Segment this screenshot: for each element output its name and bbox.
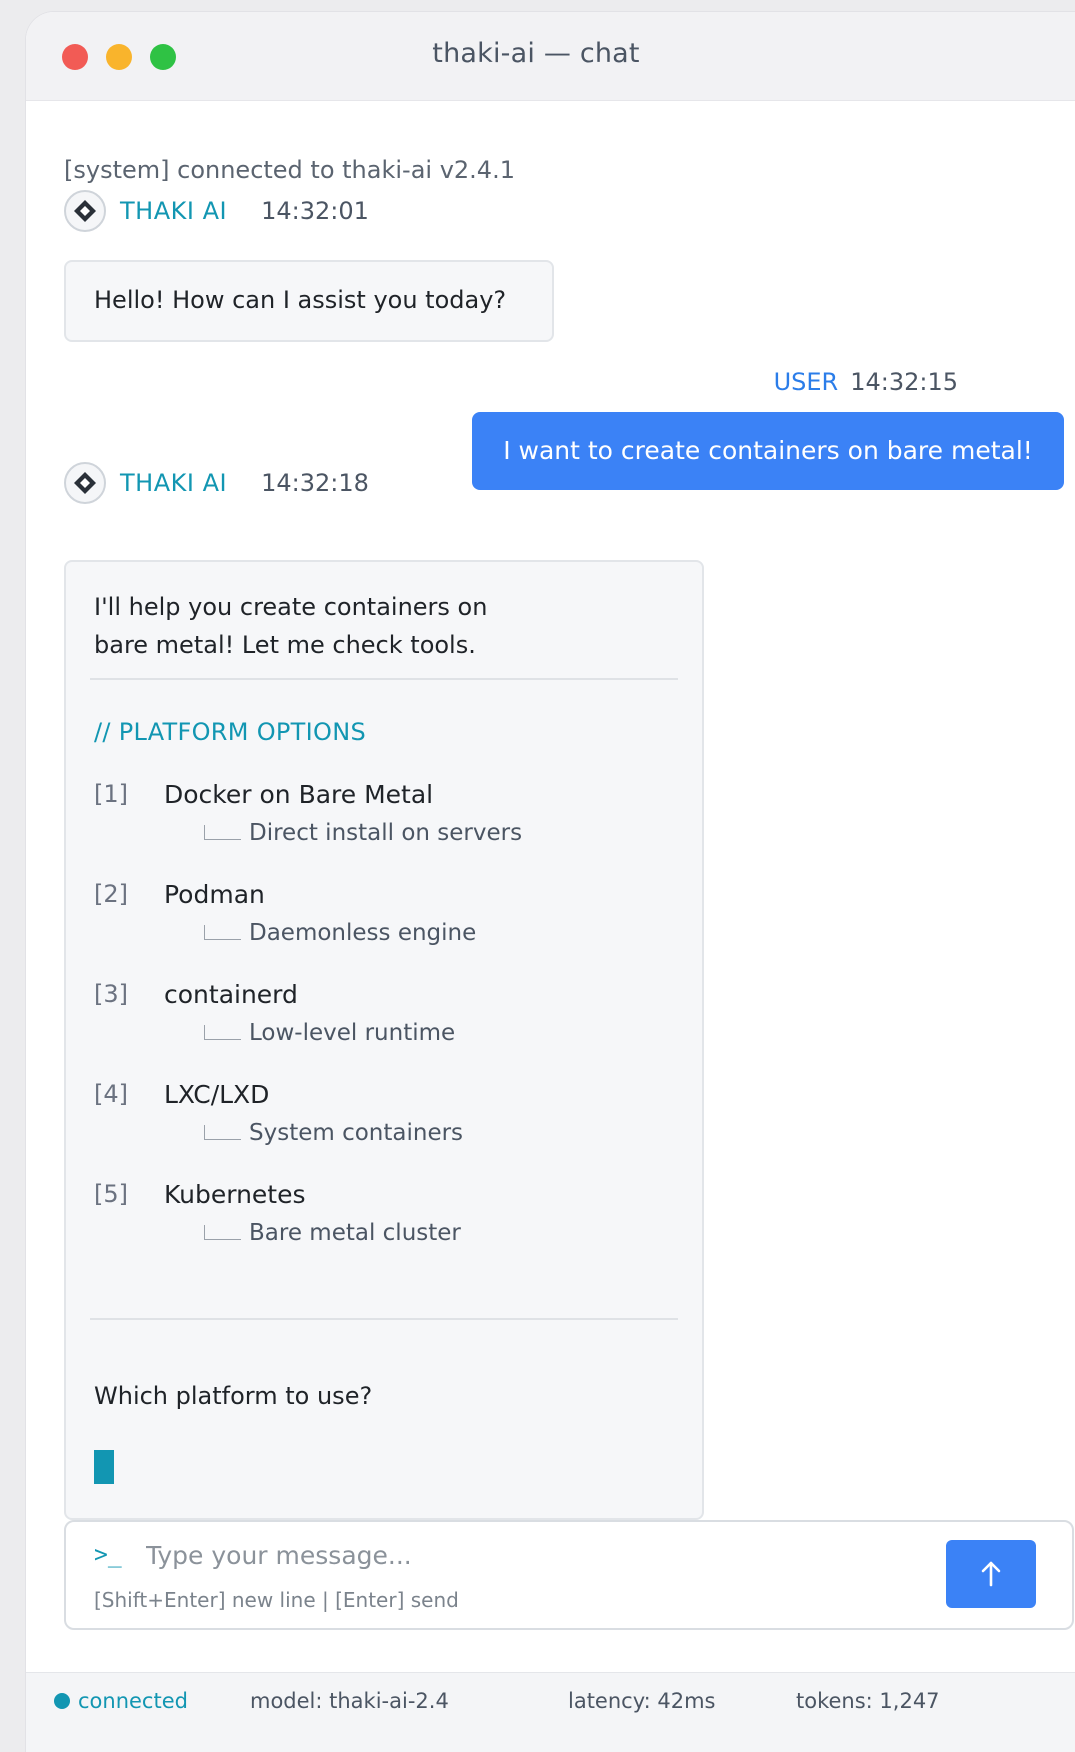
window-title: thaki-ai — chat — [432, 38, 640, 69]
message-timestamp: 14:32:18 — [261, 469, 369, 497]
user-message-header: USER 14:32:15 — [774, 368, 958, 396]
option-name: Docker on Bare Metal — [164, 780, 434, 809]
ai-message-bubble: Hello! How can I assist you today? — [64, 260, 554, 342]
intro-line: I'll help you create containers on — [94, 593, 488, 621]
user-message-bubble: I want to create containers on bare meta… — [472, 412, 1064, 490]
keyboard-hint: [Shift+Enter] new line | [Enter] send — [94, 1588, 459, 1612]
connection-label: connected — [78, 1689, 188, 1713]
question-text: Which platform to use? — [94, 1382, 373, 1410]
token-count: tokens: 1,247 — [796, 1689, 940, 1713]
option-name: containerd — [164, 980, 298, 1009]
latency-info: latency: 42ms — [568, 1689, 716, 1713]
ai-message-header: THAKI AI 14:32:01 — [64, 190, 369, 232]
option-number: [3] — [94, 980, 128, 1008]
title-bar: thaki-ai — chat — [26, 12, 1075, 101]
option-description-text: Direct install on servers — [249, 820, 523, 846]
intro-line: bare metal! Let me check tools. — [94, 631, 476, 659]
arrow-up-icon — [981, 1561, 1001, 1587]
tree-branch-icon — [204, 925, 241, 940]
sender-name: THAKI AI — [120, 197, 228, 225]
prompt-symbol: >_ — [94, 1542, 122, 1568]
connection-status: connected — [54, 1689, 188, 1713]
ai-message-bubble: I'll help you create containers on bare … — [64, 560, 704, 1520]
option-description: Low-level runtime — [204, 1020, 455, 1046]
option-description: Direct install on servers — [204, 820, 522, 846]
model-info: model: thaki-ai-2.4 — [250, 1689, 449, 1713]
tree-branch-icon — [204, 1225, 241, 1240]
tree-branch-icon — [204, 825, 241, 840]
message-composer: >_ [Shift+Enter] new line | [Enter] send — [64, 1520, 1074, 1630]
option-description-text: Daemonless engine — [249, 920, 477, 946]
message-timestamp: 14:32:15 — [850, 368, 958, 396]
status-dot-icon — [54, 1693, 70, 1709]
chat-window: thaki-ai — chat [system] connected to th… — [26, 12, 1075, 1752]
message-timestamp: 14:32:01 — [261, 197, 369, 225]
option-description: System containers — [204, 1120, 463, 1146]
message-intro: I'll help you create containers on bare … — [94, 588, 554, 664]
options-heading: // PLATFORM OPTIONS — [94, 718, 366, 746]
option-number: [1] — [94, 780, 128, 808]
option-number: [4] — [94, 1080, 128, 1108]
ai-avatar-icon — [64, 190, 106, 232]
option-name: LXC/LXD — [164, 1080, 270, 1109]
typing-cursor — [94, 1450, 114, 1484]
message-text: Hello! How can I assist you today? — [94, 286, 507, 314]
option-description: Bare metal cluster — [204, 1220, 461, 1246]
option-description: Daemonless engine — [204, 920, 476, 946]
option-name: Kubernetes — [164, 1180, 306, 1209]
ai-avatar-icon — [64, 462, 106, 504]
option-name: Podman — [164, 880, 265, 909]
system-message: [system] connected to thaki-ai v2.4.1 — [64, 156, 515, 184]
option-description-text: Bare metal cluster — [249, 1220, 461, 1246]
message-input[interactable] — [144, 1534, 908, 1576]
send-button[interactable] — [946, 1540, 1036, 1608]
option-number: [2] — [94, 880, 128, 908]
tree-branch-icon — [204, 1125, 241, 1140]
ai-message-header: THAKI AI 14:32:18 — [64, 462, 369, 504]
divider — [90, 1318, 678, 1320]
sender-name: USER — [773, 368, 839, 396]
sender-name: THAKI AI — [120, 469, 228, 497]
divider — [90, 678, 678, 680]
message-text: I want to create containers on bare meta… — [503, 436, 1033, 465]
option-description-text: Low-level runtime — [249, 1020, 456, 1046]
option-description-text: System containers — [249, 1120, 464, 1146]
status-bar: connected model: thaki-ai-2.4 latency: 4… — [26, 1672, 1075, 1752]
option-number: [5] — [94, 1180, 128, 1208]
tree-branch-icon — [204, 1025, 241, 1040]
